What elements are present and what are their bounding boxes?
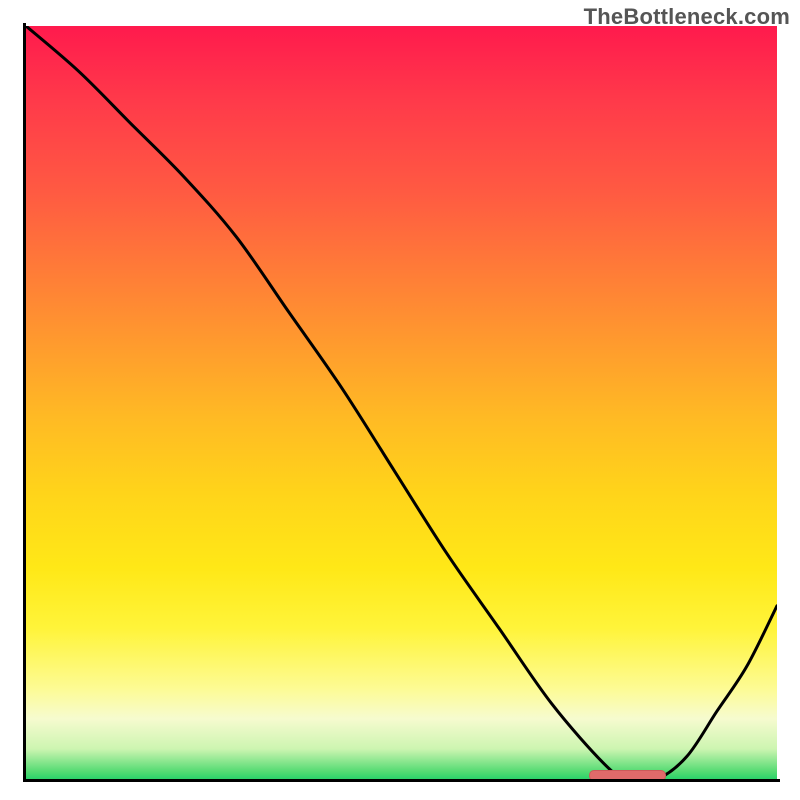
chart-background-gradient — [26, 26, 777, 779]
optimum-marker — [589, 770, 666, 781]
